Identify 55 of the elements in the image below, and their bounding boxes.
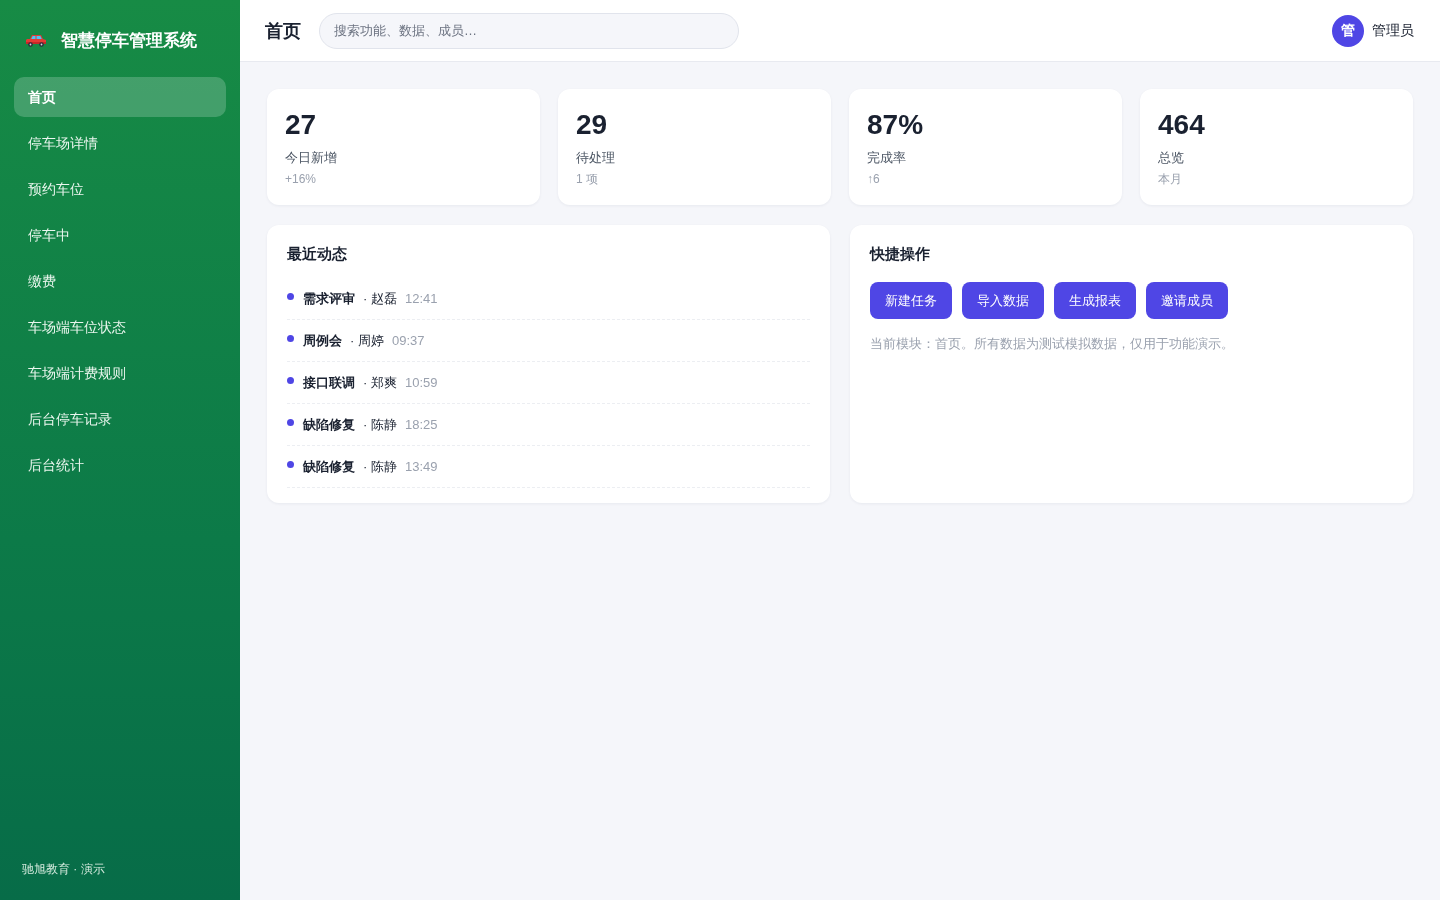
app-title: 智慧停车管理系统: [61, 29, 197, 52]
stat-value: 27: [285, 108, 318, 142]
bullet-dot-icon: [287, 377, 294, 384]
stat-note: +16%: [285, 171, 318, 187]
page-title: 首页: [265, 19, 301, 43]
nav-item[interactable]: 停车中: [14, 215, 226, 255]
bullet-dot-icon: [287, 335, 294, 342]
activity-title: 需求评审: [303, 289, 355, 308]
bullet-dot-icon: [287, 293, 294, 300]
stat-note: 本月: [1158, 171, 1183, 187]
activity-time: 09:37: [391, 333, 425, 348]
stat-label: 完成率: [867, 149, 907, 167]
activity-time: 10:59: [404, 375, 438, 390]
user-name: 管理员: [1372, 21, 1414, 40]
activity-title: 缺陷修复: [303, 415, 355, 434]
nav-item[interactable]: 车场端车位状态: [14, 307, 226, 347]
activity-person: · 郑爽: [363, 373, 397, 392]
activity-time: 12:41: [404, 291, 438, 306]
activity-title: 缺陷修复: [303, 457, 355, 476]
search-field[interactable]: 搜索功能、数据、成员…: [319, 12, 739, 49]
activity-title: 接口联调: [303, 373, 355, 392]
nav-item[interactable]: 首页: [14, 77, 226, 117]
activity-time: 13:49: [404, 459, 438, 474]
user-avatar[interactable]: 管: [1332, 14, 1364, 47]
bullet-dot-icon: [287, 461, 294, 468]
stat-value: 29: [576, 108, 609, 142]
stat-note: 1 项: [576, 171, 599, 187]
action-button[interactable]: 生成报表: [1054, 282, 1136, 319]
stat-label: 今日新增: [285, 149, 338, 167]
activity-person: · 陈静: [363, 415, 397, 434]
bullet-dot-icon: [287, 419, 294, 426]
stat-value: 464: [1158, 108, 1206, 142]
stat-note: ↑6: [867, 171, 881, 187]
action-button[interactable]: 邀请成员: [1146, 282, 1228, 319]
action-button[interactable]: 导入数据: [962, 282, 1044, 319]
stat-label: 待处理: [576, 149, 616, 167]
activity-time: 18:25: [404, 417, 438, 432]
activity-person: · 陈静: [363, 457, 397, 476]
car-icon: [25, 33, 47, 47]
nav-item[interactable]: 车场端计费规则: [14, 353, 226, 393]
activity-title: 周例会: [303, 331, 342, 350]
nav-item[interactable]: 后台停车记录: [14, 399, 226, 439]
stat-value: 87%: [867, 108, 925, 142]
panel-title: 快捷操作: [870, 244, 931, 264]
activity-person: · 周婷: [350, 331, 384, 350]
nav-item[interactable]: 预约车位: [14, 169, 226, 209]
nav-item[interactable]: 缴费: [14, 261, 226, 301]
action-button[interactable]: 新建任务: [870, 282, 952, 319]
panel-title: 最近动态: [287, 244, 348, 264]
footer-text: 驰旭教育 · 演示: [21, 861, 106, 878]
nav-item[interactable]: 停车场详情: [14, 123, 226, 163]
activity-person: · 赵磊: [363, 289, 397, 308]
module-note: 当前模块：首页。所有数据为测试模拟数据，仅用于功能演示。: [870, 335, 1235, 353]
stat-label: 总览: [1158, 149, 1185, 167]
nav-item[interactable]: 后台统计: [14, 445, 226, 485]
